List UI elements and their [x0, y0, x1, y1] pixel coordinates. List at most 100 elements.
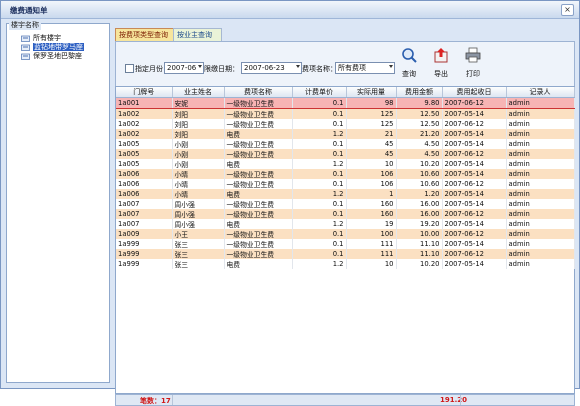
tree-item-label: 保罗圣地巴黎座	[33, 52, 82, 60]
table-row[interactable]: 1a002 刘阳 电费 1.2 21 21.20 2007-05-14 admin	[116, 129, 575, 139]
table-cell: 10.20	[396, 159, 443, 169]
table-row[interactable]: 1a007 周小强 一级物业卫生费 0.1 160 16.00 2007-06-12 admi…	[116, 209, 575, 219]
table-cell: 张三	[172, 249, 225, 259]
column-header[interactable]: 费项名称	[224, 87, 293, 98]
main-panel: 按费项类型查询 按业主查询 指定月份 2007-06 限缴日期： 2007-06…	[111, 23, 575, 406]
table-cell: 一级物业卫生费	[224, 97, 293, 109]
table-row[interactable]: 1a006 小晴 一级物业卫生费 0.1 106 10.60 2007-05-14 admin	[116, 169, 575, 179]
query-button[interactable]: 查询	[397, 45, 421, 83]
month-checkbox[interactable]	[125, 64, 134, 73]
column-header[interactable]: 门牌号	[116, 87, 173, 98]
column-header[interactable]: 费用金额	[396, 87, 443, 98]
table-cell: 19.20	[396, 219, 443, 229]
table-cell: admin	[506, 229, 575, 239]
table-cell: 1a007	[116, 209, 173, 219]
table-cell: 1a005	[116, 149, 173, 159]
table-cell: 一级物业卫生费	[224, 199, 293, 209]
column-header[interactable]: 记录人	[506, 87, 575, 98]
table-cell: 1.2	[292, 259, 347, 269]
table-row[interactable]: 1a006 小晴 电费 1.2 1 1.20 2007-05-14 admin	[116, 189, 575, 199]
table-cell: 1a002	[116, 119, 173, 129]
table-row[interactable]: 1a002 刘阳 一级物业卫生费 0.1 125 12.50 2007-06-12 admin	[116, 119, 575, 129]
table-cell: admin	[506, 97, 575, 109]
column-header[interactable]: 实际用量	[346, 87, 397, 98]
table-row[interactable]: 1a005 小刚 一级物业卫生费 0.1 45 4.50 2007-06-12 admin	[116, 149, 575, 159]
notice-window: 缴费通知单 × 所有楼宇 蓝钻地带罗马座 保罗圣地巴黎座 楼宇名称 按费项类型查询 …	[0, 0, 580, 406]
table-row[interactable]: 1a999 张三 一级物业卫生费 0.1 111 11.10 2007-05-14 admin	[116, 239, 575, 249]
table-cell: admin	[506, 219, 575, 229]
month-select[interactable]: 2007-06	[164, 62, 204, 74]
table-row[interactable]: 1a007 周小强 电费 1.2 19 19.20 2007-05-14 admin	[116, 219, 575, 229]
printer-icon	[465, 47, 481, 63]
table-cell: 1a009	[116, 229, 173, 239]
table-cell: 2007-05-14	[442, 259, 507, 269]
print-button[interactable]: 打印	[461, 45, 485, 83]
table-cell: 1a002	[116, 108, 173, 119]
column-header[interactable]: 计费单价	[292, 87, 347, 98]
table-row[interactable]: 1a001 安妮 一级物业卫生费 0.1 98 9.80 2007-06-12 admin	[116, 97, 575, 109]
table-cell: 160	[346, 199, 397, 209]
table-cell: 106	[346, 179, 397, 189]
table-cell: 电费	[224, 259, 293, 269]
tree-item[interactable]: 保罗圣地巴黎座	[11, 52, 107, 61]
table-row[interactable]: 1a005 小刚 一级物业卫生费 0.1 45 4.50 2007-05-14 admin	[116, 139, 575, 149]
date-label: 限缴日期：	[204, 65, 239, 73]
table-cell: 10.60	[396, 169, 443, 179]
fee-select[interactable]: 所有费项	[335, 62, 395, 74]
table-cell: 1a002	[116, 129, 173, 139]
table-cell: 111	[346, 249, 397, 259]
table-cell: 2007-06-12	[442, 149, 507, 159]
building-tree-panel: 所有楼宇 蓝钻地带罗马座 保罗圣地巴黎座	[6, 23, 110, 383]
table-cell: 21	[346, 129, 397, 139]
table-cell: 一级物业卫生费	[224, 249, 293, 259]
table-cell: 1	[346, 189, 397, 199]
table-cell: 16.00	[396, 199, 443, 209]
tab-by-fee-type[interactable]: 按费项类型查询	[115, 28, 177, 41]
chevron-down-icon	[389, 65, 393, 68]
column-header[interactable]: 费用起收日	[442, 87, 507, 98]
table-row[interactable]: 1a999 张三 一级物业卫生费 0.1 111 11.10 2007-06-12 admin	[116, 249, 575, 259]
month-select-value: 2007-06	[167, 64, 197, 72]
table-cell: admin	[506, 149, 575, 159]
table-cell: 10.60	[396, 179, 443, 189]
table-cell: 4.50	[396, 139, 443, 149]
filter-toolbar: 指定月份 2007-06 限缴日期： 2007-06-23 费项名称： 所有费项	[115, 41, 575, 87]
table-cell: admin	[506, 199, 575, 209]
table-cell: 2007-06-12	[442, 229, 507, 239]
tree-item[interactable]: 蓝钻地带罗马座	[11, 43, 107, 52]
date-picker[interactable]: 2007-06-23	[241, 62, 302, 74]
table-cell: 19	[346, 219, 397, 229]
table-cell: 2007-06-12	[442, 179, 507, 189]
table-row[interactable]: 1a009 小王 一级物业卫生费 0.1 100 10.00 2007-06-12 admin	[116, 229, 575, 239]
close-button[interactable]: ×	[561, 4, 574, 16]
table-cell: 一级物业卫生费	[224, 119, 293, 129]
table-cell: 刘阳	[172, 119, 225, 129]
table-cell: 一级物业卫生费	[224, 179, 293, 189]
table-row[interactable]: 1a007 周小强 一级物业卫生费 0.1 160 16.00 2007-05-14 admi…	[116, 199, 575, 209]
table-cell: 2007-06-12	[442, 119, 507, 129]
table-cell: 2007-05-14	[442, 169, 507, 179]
building-icon	[21, 53, 30, 60]
table-cell: 0.1	[292, 149, 347, 159]
table-cell: admin	[506, 209, 575, 219]
table-row[interactable]: 1a005 小刚 电费 1.2 10 10.20 2007-05-14 admin	[116, 159, 575, 169]
table-cell: 0.1	[292, 97, 347, 109]
tree-item[interactable]: 所有楼宇	[11, 34, 107, 43]
fee-table: 门牌号 业主姓名 费项名称 计费单价 实际用量 费用金额 费用起收日 记录人 1a001 安妮一…	[115, 86, 575, 394]
table-cell: 1a007	[116, 199, 173, 209]
building-icon	[21, 44, 30, 51]
table-cell: 1.20	[396, 189, 443, 199]
column-header[interactable]: 业主姓名	[172, 87, 225, 98]
table-cell: 刘阳	[172, 129, 225, 139]
table-cell: 12.50	[396, 119, 443, 129]
table-cell: 1a001	[116, 97, 173, 109]
table-header: 门牌号 业主姓名 费项名称 计费单价 实际用量 费用金额 费用起收日 记录人	[116, 87, 575, 98]
table-row[interactable]: 1a002 刘阳 一级物业卫生费 0.1 125 12.50 2007-05-14 admin	[116, 108, 575, 119]
export-button[interactable]: 导出	[429, 45, 453, 83]
table-row[interactable]: 1a999 张三 电费 1.2 10 10.20 2007-05-14 admin	[116, 259, 575, 269]
table-row[interactable]: 1a006 小晴 一级物业卫生费 0.1 106 10.60 2007-06-12 admin	[116, 179, 575, 189]
tab-by-owner[interactable]: 按业主查询	[173, 28, 222, 41]
table-cell: 125	[346, 108, 397, 119]
table-cell: 0.1	[292, 209, 347, 219]
table-cell: 电费	[224, 219, 293, 229]
